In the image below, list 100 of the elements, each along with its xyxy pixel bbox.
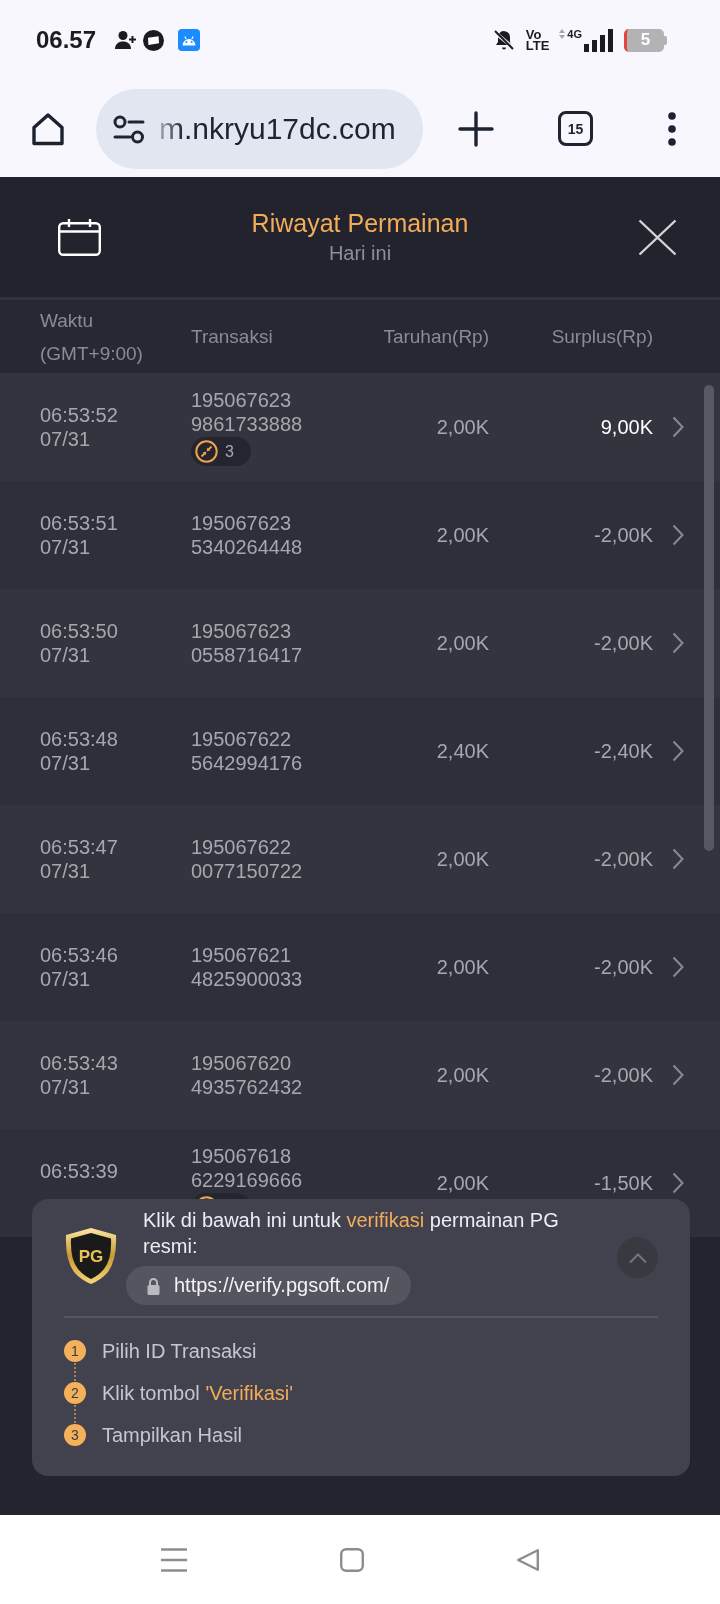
step-number: 2 xyxy=(64,1382,86,1404)
plus-icon xyxy=(458,110,494,147)
chevron-right-icon[interactable] xyxy=(672,416,684,438)
close-button[interactable] xyxy=(638,218,677,256)
step-number: 1 xyxy=(64,1340,86,1362)
transaction-id: 6229169666 xyxy=(191,1168,303,1192)
person-add-icon xyxy=(115,30,138,50)
chevron-right-icon[interactable] xyxy=(672,956,684,978)
date-text: 07/31 xyxy=(40,427,91,452)
close-icon xyxy=(638,218,677,256)
time-text: 06:53:47 xyxy=(40,834,118,859)
network-type: 4G xyxy=(567,28,582,40)
calendar-button[interactable] xyxy=(58,218,101,256)
verify-url[interactable]: https://verify.pgsoft.com/ xyxy=(174,1274,390,1297)
time-text: 06:53:48 xyxy=(40,726,118,751)
page-subtitle: Hari ini xyxy=(328,241,392,266)
surplus-amount: -2,00K xyxy=(594,847,653,871)
date-text: 07/31 xyxy=(40,535,91,560)
time-text: 06:53:51 xyxy=(40,510,118,535)
chevron-right-icon[interactable] xyxy=(672,1064,684,1086)
chevron-right-icon[interactable] xyxy=(672,632,684,654)
step-text: Klik tombol 'Verifikasi' xyxy=(102,1381,294,1405)
transaction-id: 195067620 xyxy=(191,1051,292,1075)
arrows-circle-icon xyxy=(195,440,218,463)
transaction-id: 5642994176 xyxy=(191,751,303,775)
back-icon xyxy=(516,1547,540,1572)
url-text[interactable]: m.nkryu17dc.com xyxy=(159,111,396,146)
date-text: 07/31 xyxy=(40,1075,91,1100)
menu-icon xyxy=(161,1547,187,1572)
recents-button[interactable] xyxy=(161,1547,187,1572)
transaction-id: 195067623 xyxy=(191,619,292,643)
chevron-right-icon[interactable] xyxy=(672,740,684,762)
table-row[interactable]: 06:53:50 07/31 195067623 0558716417 2,00K -2,00K xyxy=(0,589,720,697)
table-row[interactable]: 06:53:48 07/31 195067622 5642994176 2,40K -2,40K xyxy=(0,697,720,805)
bell-off-icon xyxy=(491,28,516,52)
new-tab-button[interactable] xyxy=(458,110,494,147)
chevron-right-icon[interactable] xyxy=(672,524,684,546)
time-text: 06:53:46 xyxy=(40,942,118,967)
column-header: Transaksi xyxy=(191,324,273,349)
page-title: Riwayat Permainan xyxy=(251,208,469,238)
surplus-amount: -2,00K xyxy=(594,955,653,979)
caret-up-icon xyxy=(627,1251,648,1264)
surplus-amount: -1,50K xyxy=(594,1171,653,1195)
time-text: 06:53:50 xyxy=(40,618,118,643)
transaction-id: 4825900033 xyxy=(191,967,303,991)
column-header: Taruhan(Rp) xyxy=(383,324,489,349)
bet-amount: 2,00K xyxy=(436,1063,489,1087)
back-button[interactable] xyxy=(516,1547,540,1572)
chevron-right-icon[interactable] xyxy=(672,848,684,870)
transaction-id: 195067622 xyxy=(191,727,292,751)
table-row[interactable]: 06:53:47 07/31 195067622 0077150722 2,00K -2,00K xyxy=(0,805,720,913)
surplus-amount: -2,00K xyxy=(594,1063,653,1087)
chevron-right-icon[interactable] xyxy=(672,1172,684,1194)
tab-switcher-button[interactable]: 15 xyxy=(558,111,593,146)
more-icon xyxy=(668,111,676,146)
surplus-amount: 9,00K xyxy=(600,415,653,439)
time-text: 06:53:39 xyxy=(40,1158,118,1183)
surplus-amount: -2,40K xyxy=(594,739,653,763)
address-bar[interactable]: m.nkryu17dc.com xyxy=(96,88,423,169)
home-button[interactable] xyxy=(31,111,65,146)
home-icon xyxy=(31,111,65,146)
surplus-amount: -2,00K xyxy=(594,631,653,655)
transaction-id: 195067618 xyxy=(191,1144,292,1168)
android-icon xyxy=(178,29,201,51)
transaction-id: 5340264448 xyxy=(191,535,303,559)
transaction-id: 195067623 xyxy=(191,388,292,412)
transaction-id: 4935762432 xyxy=(191,1075,303,1099)
transaction-id: 0558716417 xyxy=(191,643,303,667)
column-header: Waktu (GMT+9:00) xyxy=(40,308,144,366)
shield-logo: PG xyxy=(64,1227,118,1285)
bet-amount: 2,00K xyxy=(436,523,489,547)
step-connector xyxy=(74,1405,76,1423)
transaction-id: 195067622 xyxy=(191,835,292,859)
scrollbar-thumb[interactable] xyxy=(704,385,714,851)
time-text: 06:53:43 xyxy=(40,1050,118,1075)
lock-icon xyxy=(146,1276,161,1295)
table-row[interactable]: 06:53:46 07/31 195067621 4825900033 2,00K -2,00K xyxy=(0,913,720,1021)
transaction-id: 9861733888 xyxy=(191,412,303,436)
date-text: 07/31 xyxy=(40,751,91,776)
table-row[interactable]: 06:53:52 07/31 195067623 9861733888 3 2,00K 9,00K xyxy=(0,373,720,481)
transaction-id: 195067621 xyxy=(191,943,292,967)
time-text: 06:53:52 xyxy=(40,402,118,427)
table-row[interactable]: 06:53:51 07/31 195067623 5340264448 2,00K -2,00K xyxy=(0,481,720,589)
surplus-amount: -2,00K xyxy=(594,523,653,547)
date-text: 07/31 xyxy=(40,643,91,668)
bet-amount: 2,00K xyxy=(436,415,489,439)
bet-amount: 2,00K xyxy=(436,631,489,655)
bet-amount: 2,00K xyxy=(436,847,489,871)
bet-amount: 2,40K xyxy=(436,739,489,763)
ticket-icon xyxy=(143,29,165,51)
date-text: 07/31 xyxy=(40,859,91,884)
status-time: 06.57 xyxy=(36,28,97,52)
square-icon xyxy=(340,1547,364,1572)
verify-link[interactable]: https://verify.pgsoft.com/ xyxy=(126,1266,412,1305)
step-connector xyxy=(74,1363,76,1381)
signal-icon xyxy=(584,28,614,52)
step-text: Tampilkan Hasil xyxy=(102,1423,243,1447)
bet-amount: 2,00K xyxy=(436,1171,489,1195)
table-row[interactable]: 06:53:43 07/31 195067620 4935762432 2,00K -2,00K xyxy=(0,1021,720,1129)
column-header: Surplus(Rp) xyxy=(551,324,653,349)
